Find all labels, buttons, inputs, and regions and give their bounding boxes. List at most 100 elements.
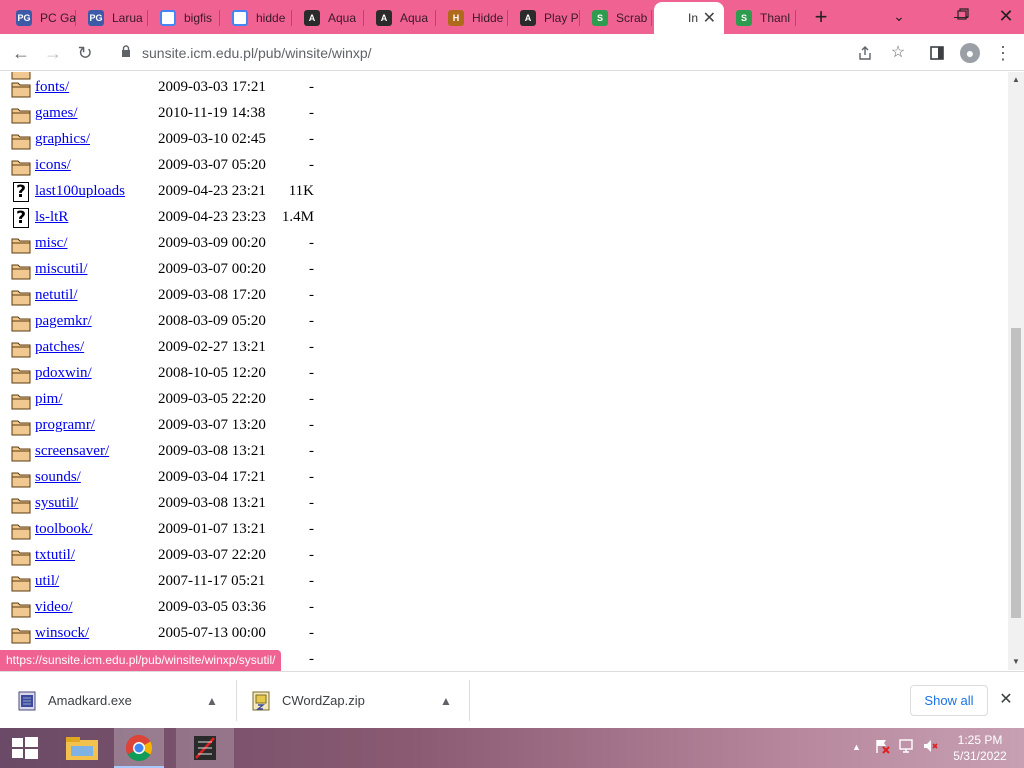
- folder-icon: [11, 288, 31, 306]
- listing-row: misc/2009-03-09 00:20 -: [0, 232, 400, 258]
- file-link[interactable]: sounds/: [35, 469, 81, 486]
- folder-icon: [11, 132, 31, 150]
- aquarium-favicon: A: [520, 10, 536, 26]
- browser-tab[interactable]: i In ✕: [654, 2, 724, 34]
- file-link[interactable]: toolbook/: [35, 521, 93, 538]
- folder-icon: [11, 444, 31, 462]
- modified-date: 2009-04-23 23:21: [158, 183, 266, 199]
- listing-row: sounds/2009-03-04 17:21 -: [0, 466, 400, 492]
- browser-tab[interactable]: PG Larua: [78, 4, 148, 32]
- file-size: -: [309, 235, 314, 251]
- listing-row: pdoxwin/2008-10-05 12:20 -: [0, 362, 400, 388]
- folder-icon: [11, 158, 31, 176]
- file-link[interactable]: winsock/: [35, 625, 89, 642]
- show-all-downloads-button[interactable]: Show all: [910, 685, 988, 716]
- file-link[interactable]: miscutil/: [35, 261, 88, 278]
- file-link[interactable]: util/: [35, 573, 59, 590]
- close-tab-icon[interactable]: ✕: [703, 8, 716, 28]
- tab-title: PC Ga: [40, 11, 76, 25]
- browser-tab[interactable]: Gbigfis: [150, 4, 220, 32]
- browser-tab[interactable]: S Thanl: [726, 4, 796, 32]
- browser-tab[interactable]: H Hidde: [438, 4, 508, 32]
- folder-icon: [11, 106, 31, 124]
- tab-separator: [219, 10, 220, 26]
- new-tab-button[interactable]: +: [808, 6, 834, 30]
- file-link[interactable]: programr/: [35, 417, 95, 434]
- tab-search-chevron-icon[interactable]: ⌄: [884, 4, 914, 28]
- forward-arrow-icon[interactable]: →: [40, 40, 66, 66]
- app-taskbar-icon[interactable]: [176, 728, 234, 768]
- file-link[interactable]: fonts/: [35, 79, 69, 96]
- system-clock[interactable]: 1:25 PM 5/31/2022: [948, 732, 1012, 764]
- scrollbar-thumb[interactable]: [1011, 328, 1021, 618]
- pcgames-favicon: PG: [16, 10, 32, 26]
- folder-icon: [11, 236, 31, 254]
- modified-date: 2008-10-05 12:20: [158, 365, 266, 381]
- file-link[interactable]: screensaver/: [35, 443, 109, 460]
- menu-kebab-icon[interactable]: ⋮: [990, 40, 1016, 66]
- share-icon[interactable]: [852, 40, 878, 66]
- tab-separator: [651, 10, 652, 26]
- file-link[interactable]: txtutil/: [35, 547, 75, 564]
- url-text[interactable]: sunsite.icm.edu.pl/pub/winsite/winxp/: [142, 45, 372, 61]
- modified-date: 2009-01-07 13:21: [158, 521, 266, 537]
- browser-tab[interactable]: PG PC Ga: [6, 4, 76, 32]
- modified-date: 2009-03-08 17:20: [158, 287, 266, 303]
- browser-tab[interactable]: S Scrab: [582, 4, 652, 32]
- back-arrow-icon[interactable]: ←: [8, 40, 34, 66]
- tab-title: In: [688, 11, 699, 25]
- listing-row: ? ls-ltR 2009-04-23 23:23 1.4M: [0, 206, 400, 232]
- file-link[interactable]: graphics/: [35, 131, 90, 148]
- file-link[interactable]: pim/: [35, 391, 63, 408]
- google-favicon: G: [232, 10, 248, 26]
- file-link[interactable]: misc/: [35, 235, 68, 252]
- flag-alert-icon[interactable]: [874, 738, 890, 757]
- lock-icon[interactable]: [114, 45, 138, 60]
- scroll-up-arrow-icon[interactable]: ▲: [1008, 72, 1024, 88]
- volume-muted-icon[interactable]: [922, 738, 938, 757]
- vertical-scrollbar[interactable]: ▲ ▼: [1008, 72, 1024, 670]
- browser-tab[interactable]: A Aqua: [366, 4, 436, 32]
- show-hidden-icons-chevron-icon[interactable]: ▲: [852, 742, 861, 752]
- browser-tab[interactable]: A Play P: [510, 4, 580, 32]
- restore-icon[interactable]: [948, 2, 978, 26]
- file-explorer-taskbar-icon[interactable]: [57, 728, 107, 768]
- address-bar[interactable]: sunsite.icm.edu.pl/pub/winsite/winxp/: [108, 38, 926, 67]
- modified-date: 2009-04-23 23:23: [158, 209, 266, 225]
- file-link[interactable]: pagemkr/: [35, 313, 92, 330]
- close-window-button[interactable]: ✕: [988, 4, 1024, 28]
- file-size: -: [309, 599, 314, 615]
- file-link[interactable]: games/: [35, 105, 78, 122]
- side-panel-icon[interactable]: [924, 40, 950, 66]
- file-link[interactable]: sysutil/: [35, 495, 78, 512]
- network-icon[interactable]: [898, 738, 914, 757]
- clock-time: 1:25 PM: [957, 733, 1003, 747]
- profile-avatar-icon[interactable]: ●: [960, 43, 980, 63]
- listing-row: toolbook/2009-01-07 13:21 -: [0, 518, 400, 544]
- scroll-down-arrow-icon[interactable]: ▼: [1008, 654, 1024, 670]
- download-options-chevron-icon[interactable]: ▲: [206, 694, 218, 708]
- folder-icon: [11, 314, 31, 332]
- file-link[interactable]: ls-ltR: [35, 209, 68, 226]
- download-item[interactable]: Amadkard.exe ▲: [18, 672, 236, 729]
- bookmark-star-icon[interactable]: ☆: [885, 40, 911, 66]
- download-options-chevron-icon[interactable]: ▲: [440, 694, 452, 708]
- tab-title: Play P: [544, 11, 579, 25]
- file-link[interactable]: patches/: [35, 339, 84, 356]
- file-size: -: [309, 547, 314, 563]
- file-link[interactable]: video/: [35, 599, 73, 616]
- file-link[interactable]: netutil/: [35, 287, 78, 304]
- hidden-object-favicon: H: [448, 10, 464, 26]
- download-item[interactable]: CWordZap.zip ▲: [252, 672, 470, 729]
- file-size: -: [309, 313, 314, 329]
- file-link[interactable]: pdoxwin/: [35, 365, 92, 382]
- reload-icon[interactable]: ↻: [72, 40, 98, 66]
- browser-tab[interactable]: Ghidde: [222, 4, 292, 32]
- listing-row: programr/2009-03-07 13:20 -: [0, 414, 400, 440]
- file-link[interactable]: last100uploads: [35, 183, 125, 200]
- browser-tab[interactable]: A Aqua: [294, 4, 364, 32]
- chrome-taskbar-icon[interactable]: [114, 728, 164, 768]
- start-button[interactable]: [0, 728, 50, 768]
- file-link[interactable]: icons/: [35, 157, 71, 174]
- close-downloads-bar-icon[interactable]: ✕: [996, 688, 1016, 712]
